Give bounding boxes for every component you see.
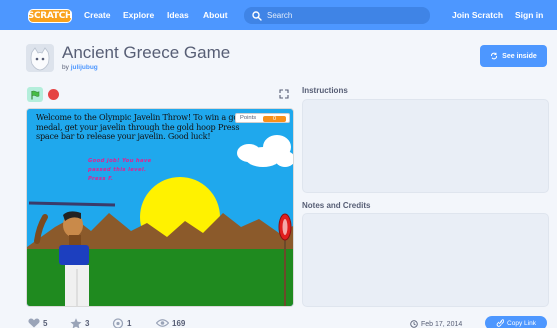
instructions-heading: Instructions bbox=[302, 86, 348, 95]
shared-date: Feb 17, 2014 bbox=[410, 320, 462, 328]
notes-panel bbox=[302, 213, 549, 307]
remix-icon bbox=[112, 318, 124, 328]
love-count: 5 bbox=[43, 318, 48, 328]
fullscreen-icon[interactable] bbox=[278, 88, 290, 100]
copy-link-button[interactable]: Copy Link bbox=[485, 316, 547, 328]
green-flag-button[interactable] bbox=[27, 87, 43, 102]
see-inside-icon bbox=[491, 52, 498, 60]
remix-count: 1 bbox=[127, 319, 132, 328]
stop-icon[interactable] bbox=[48, 89, 59, 100]
love-stat[interactable]: 5 bbox=[28, 318, 47, 328]
game-instructions-text: Welcome to the Olympic Javelin Throw! To… bbox=[36, 112, 246, 142]
by-prefix: by bbox=[62, 64, 69, 71]
eye-icon bbox=[156, 319, 169, 327]
search-bar[interactable] bbox=[244, 7, 430, 24]
nav-explore[interactable]: Explore bbox=[123, 0, 154, 30]
star-icon bbox=[70, 318, 82, 328]
favorite-stat[interactable]: 3 bbox=[70, 318, 89, 328]
nav-ideas[interactable]: Ideas bbox=[167, 0, 189, 30]
message-line: Press F. bbox=[88, 175, 114, 182]
search-input[interactable] bbox=[267, 11, 417, 20]
project-title: Ancient Greece Game bbox=[62, 43, 231, 62]
points-variable-monitor: Points 0 bbox=[235, 113, 290, 123]
copy-link-label: Copy Link bbox=[507, 319, 536, 327]
remix-stat[interactable]: 1 bbox=[112, 318, 131, 328]
instructions-panel bbox=[302, 99, 549, 193]
join-scratch-link[interactable]: Join Scratch bbox=[452, 0, 503, 30]
views-stat: 169 bbox=[156, 318, 185, 328]
message-line: Good job! You have bbox=[88, 158, 152, 164]
clock-icon bbox=[410, 320, 418, 328]
project-author-line: by julijubug bbox=[62, 64, 98, 71]
sign-in-link[interactable]: Sign in bbox=[515, 0, 543, 30]
level-passed-message: Good job! You have passed this level. Pr… bbox=[88, 157, 152, 183]
author-avatar[interactable] bbox=[26, 44, 54, 72]
nav-create[interactable]: Create bbox=[84, 0, 110, 30]
favorite-count: 3 bbox=[85, 319, 90, 328]
notes-heading: Notes and Credits bbox=[302, 201, 371, 210]
views-count: 169 bbox=[172, 318, 186, 328]
scratch-logo[interactable]: SCRATCH bbox=[28, 9, 73, 23]
cat-avatar-icon bbox=[26, 44, 54, 72]
search-icon bbox=[252, 10, 262, 21]
nav-about[interactable]: About bbox=[203, 0, 228, 30]
message-line: passed this level. bbox=[88, 166, 147, 173]
top-navbar: SCRATCH Create Explore Ideas About Join … bbox=[0, 0, 557, 30]
points-label: Points bbox=[240, 115, 257, 121]
project-stage[interactable]: Welcome to the Olympic Javelin Throw! To… bbox=[26, 108, 294, 307]
green-flag-icon bbox=[31, 90, 40, 99]
link-icon bbox=[496, 319, 505, 327]
points-value: 0 bbox=[263, 115, 286, 122]
see-inside-button[interactable]: See inside bbox=[480, 45, 547, 67]
see-inside-label: See inside bbox=[502, 52, 537, 60]
author-link[interactable]: julijubug bbox=[71, 64, 98, 71]
heart-icon bbox=[28, 318, 40, 328]
date-text: Feb 17, 2014 bbox=[421, 320, 463, 328]
javelin-graphic bbox=[28, 201, 116, 207]
